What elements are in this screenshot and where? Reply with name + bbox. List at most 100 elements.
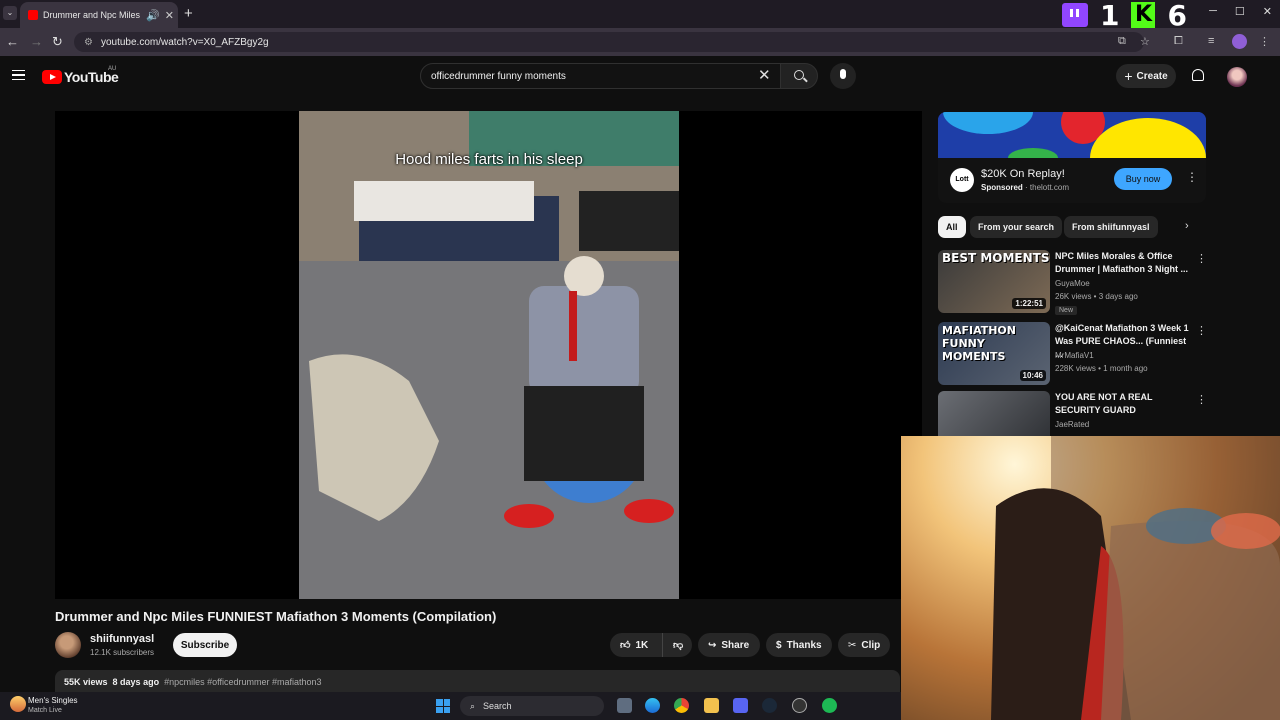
edge-icon[interactable] bbox=[645, 698, 660, 713]
clip-button[interactable]: ✂ Clip bbox=[838, 633, 890, 657]
recommendation-channel[interactable]: JaeRated bbox=[1055, 420, 1089, 429]
ad-sponsored-label: Sponsored bbox=[981, 183, 1023, 192]
like-button[interactable]: 👍︎ 1K bbox=[610, 633, 662, 657]
subscribe-button[interactable]: Subscribe bbox=[173, 633, 237, 657]
upload-age: 8 days ago bbox=[112, 677, 160, 687]
channel-subscriber-count: 12.1K subscribers bbox=[90, 648, 155, 657]
recommendation-stats: 228K views • 1 month ago bbox=[1055, 364, 1148, 373]
dislike-button[interactable]: 👎︎ bbox=[662, 633, 692, 657]
new-badge: New bbox=[1055, 306, 1078, 315]
ad-banner-image[interactable] bbox=[938, 112, 1206, 158]
widgets-icon[interactable] bbox=[10, 696, 26, 712]
window-controls: ─ ☐ ✕ bbox=[1209, 5, 1272, 18]
recommendation-channel[interactable]: MrMafiaV1 bbox=[1055, 351, 1094, 360]
recommendation-thumbnail[interactable] bbox=[938, 391, 1050, 436]
obs-icon[interactable] bbox=[792, 698, 807, 713]
minimize-button[interactable]: ─ bbox=[1209, 5, 1217, 18]
recommendation-thumbnail[interactable]: BEST MOMENTS 1:22:51 bbox=[938, 250, 1050, 313]
kick-logo-icon: K bbox=[1131, 2, 1156, 28]
windows-taskbar: Men's Singles Match Live ⌕ Search bbox=[0, 692, 901, 720]
site-info-icon[interactable]: ⚙ bbox=[84, 37, 93, 48]
windows-start-icon[interactable] bbox=[436, 699, 450, 713]
new-tab-button[interactable]: + bbox=[184, 5, 193, 22]
forward-arrow-icon[interactable]: → bbox=[30, 34, 43, 49]
spotify-icon[interactable] bbox=[822, 698, 837, 713]
tab-close-icon[interactable]: ✕ bbox=[165, 9, 174, 22]
url-field[interactable]: ⚙ youtube.com/watch?v=X0_AFZBgy2g bbox=[74, 32, 1144, 52]
voice-search-button[interactable] bbox=[830, 63, 856, 89]
browser-tab-active[interactable]: Drummer and Npc Miles FUNNIEST Mafiathon… bbox=[20, 2, 178, 28]
channel-name[interactable]: shiifunnyasl bbox=[90, 633, 154, 645]
create-button[interactable]: + Create bbox=[1116, 64, 1176, 88]
thanks-label: Thanks bbox=[786, 639, 822, 651]
discord-icon[interactable] bbox=[733, 698, 748, 713]
recommendation-title[interactable]: NPC Miles Morales & Office Drummer | Maf… bbox=[1055, 250, 1195, 276]
stream-overlay-counter: 1 K 6 bbox=[1062, 0, 1187, 32]
search-input[interactable]: officedrummer funny moments bbox=[420, 63, 784, 89]
hashtags[interactable]: #npcmiles #officedrummer #mafiathon3 bbox=[164, 677, 321, 687]
webcam-scene bbox=[991, 436, 1280, 720]
ad-advertiser-logo: Lott bbox=[950, 168, 974, 192]
recommendation-title[interactable]: YOU ARE NOT A REAL SECURITY GUARD bbox=[1055, 391, 1195, 417]
close-window-button[interactable]: ✕ bbox=[1263, 5, 1272, 18]
widget-title[interactable]: Men's Singles bbox=[28, 696, 78, 705]
ad-more-options-icon[interactable]: ⋮ bbox=[1186, 170, 1198, 184]
browser-menu-icon[interactable]: ⋮ bbox=[1259, 35, 1270, 48]
share-label: Share bbox=[721, 639, 750, 651]
video-frame[interactable]: Hood miles farts in his sleep bbox=[299, 111, 679, 599]
notifications-bell-icon[interactable] bbox=[1192, 69, 1204, 81]
recommendation-item[interactable]: BEST MOMENTS 1:22:51 NPC Miles Morales &… bbox=[938, 250, 1208, 316]
more-options-icon[interactable]: ⋮ bbox=[1196, 252, 1207, 265]
share-button[interactable]: ↪ Share bbox=[698, 633, 760, 657]
tab-title: Drummer and Npc Miles FUNNIEST Mafiathon… bbox=[43, 10, 141, 20]
clip-label: Clip bbox=[861, 639, 881, 651]
video-scene bbox=[299, 111, 679, 599]
ad-buy-now-button[interactable]: Buy now bbox=[1114, 168, 1172, 190]
thanks-button[interactable]: $ Thanks bbox=[766, 633, 832, 657]
back-arrow-icon[interactable]: ← bbox=[6, 34, 19, 49]
thanks-icon: $ bbox=[776, 639, 782, 651]
ad-banner-graphic bbox=[938, 112, 1206, 158]
reload-icon[interactable]: ↻ bbox=[52, 34, 63, 50]
webcam-overlay bbox=[901, 436, 1280, 720]
taskbar-search[interactable]: ⌕ Search bbox=[460, 696, 604, 716]
hamburger-menu-icon[interactable] bbox=[12, 70, 25, 80]
chrome-icon[interactable] bbox=[674, 698, 689, 713]
account-avatar[interactable] bbox=[1227, 67, 1247, 87]
clear-search-icon[interactable]: ✕ bbox=[758, 66, 771, 84]
search-query-text: officedrummer funny moments bbox=[431, 70, 566, 82]
search-button[interactable] bbox=[780, 63, 818, 89]
share-icon: ↪ bbox=[708, 639, 717, 651]
chip-all[interactable]: All bbox=[938, 216, 966, 238]
install-app-icon[interactable]: ⧉ bbox=[1118, 35, 1126, 48]
recommendation-item[interactable]: MAFIATHON FUNNY MOMENTS 10:46 @KaiCenat … bbox=[938, 322, 1208, 388]
chip-from-channel[interactable]: From shiifunnyasl bbox=[1064, 216, 1158, 238]
video-description-box[interactable]: 55K views 8 days ago #npcmiles #officedr… bbox=[55, 670, 900, 692]
more-options-icon[interactable]: ⋮ bbox=[1196, 393, 1207, 406]
bookmark-star-icon[interactable]: ☆ bbox=[1140, 35, 1150, 48]
steam-icon[interactable] bbox=[762, 698, 777, 713]
browser-profile-avatar[interactable] bbox=[1232, 34, 1247, 49]
ad-title[interactable]: $20K On Replay! bbox=[981, 168, 1065, 180]
extensions-icon[interactable]: ⧠ bbox=[1174, 35, 1183, 48]
ad-info-card[interactable]: Lott $20K On Replay! Sponsored · thelott… bbox=[938, 158, 1206, 203]
recommendation-thumbnail[interactable]: MAFIATHON FUNNY MOMENTS 10:46 bbox=[938, 322, 1050, 385]
more-options-icon[interactable]: ⋮ bbox=[1196, 324, 1207, 337]
maximize-button[interactable]: ☐ bbox=[1235, 5, 1245, 18]
recommendation-stats: 26K views • 3 days ago bbox=[1055, 292, 1138, 301]
chip-from-your-search[interactable]: From your search bbox=[970, 216, 1063, 238]
recommendation-channel[interactable]: GuyaMoe bbox=[1055, 279, 1090, 288]
browser-address-bar: ← → ↻ ⚙ youtube.com/watch?v=X0_AFZBgy2g … bbox=[0, 28, 1280, 56]
file-explorer-icon[interactable] bbox=[704, 698, 719, 713]
channel-avatar[interactable] bbox=[55, 632, 81, 658]
view-count: 55K views bbox=[64, 677, 108, 687]
recommendation-item[interactable]: YOU ARE NOT A REAL SECURITY GUARD JaeRat… bbox=[938, 391, 1208, 436]
audio-icon[interactable]: 🔊 bbox=[146, 9, 160, 22]
overlay-counter-right: 6 bbox=[1167, 0, 1187, 32]
youtube-logo-icon[interactable] bbox=[42, 70, 62, 84]
media-controls-icon[interactable]: ≡ bbox=[1208, 35, 1214, 47]
chevron-right-icon[interactable]: › bbox=[1185, 220, 1189, 232]
task-view-icon[interactable] bbox=[617, 698, 632, 713]
tab-search-dropdown-icon[interactable]: ⌄ bbox=[3, 6, 17, 20]
taskbar-search-label: Search bbox=[483, 701, 512, 711]
